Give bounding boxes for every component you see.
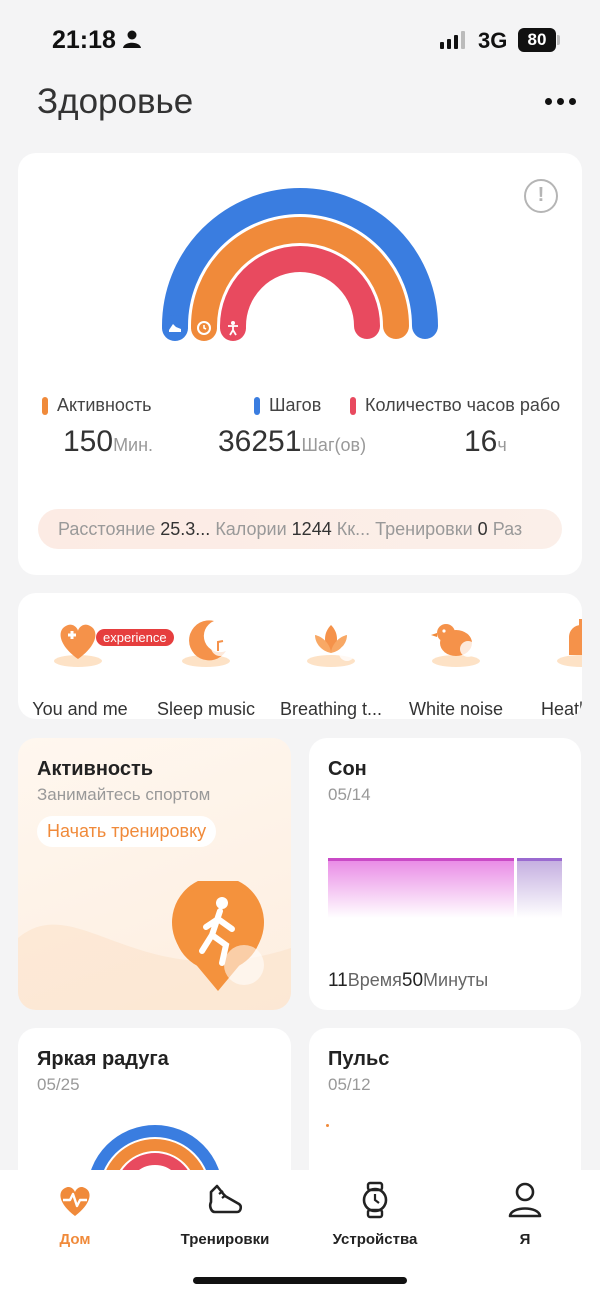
heart-pulse-icon bbox=[60, 1186, 90, 1216]
sleep-segment-deep bbox=[328, 860, 514, 918]
sleep-tile[interactable]: Сон 05/14 11Время50Минуты bbox=[309, 738, 581, 1010]
user-icon bbox=[508, 1182, 542, 1218]
home-indicator[interactable] bbox=[193, 1277, 407, 1284]
sleep-tile-title: Сон bbox=[328, 758, 367, 780]
status-bar: 21:18 3G 80 bbox=[0, 0, 600, 80]
activity-minutes-value: 150Мин. bbox=[63, 425, 154, 458]
more-options-button[interactable] bbox=[540, 88, 580, 114]
moon-music-icon bbox=[182, 620, 230, 667]
rainbow-tile-title: Яркая радуга bbox=[37, 1048, 169, 1070]
battery-icon: 80 bbox=[518, 28, 556, 52]
runner-icon bbox=[172, 881, 264, 991]
legend-steps: Шагов bbox=[254, 395, 321, 416]
start-workout-button[interactable]: Начать тренировку bbox=[37, 816, 217, 847]
activity-rings-chart bbox=[162, 188, 438, 339]
activity-tile-subtitle: Занимайтесь спортом bbox=[37, 785, 211, 804]
activity-rings-card[interactable]: ! Активность Шагов Количество часов рабо… bbox=[18, 153, 582, 575]
legend-hours: Количество часов рабо bbox=[350, 395, 560, 416]
alarm-icon bbox=[557, 619, 582, 667]
features-strip: experience You and me Sleep music Breath… bbox=[18, 593, 582, 719]
activity-tile-title: Активность bbox=[37, 758, 154, 780]
shoe-icon bbox=[162, 315, 188, 341]
tab-profile[interactable]: Я bbox=[450, 1180, 600, 1248]
experience-badge: experience bbox=[96, 629, 174, 646]
bird-icon bbox=[431, 624, 480, 667]
page-title: Здоровье bbox=[37, 82, 194, 121]
standing-hours-value: 16ч bbox=[464, 425, 507, 458]
sneaker-icon bbox=[208, 1184, 243, 1214]
battery-tip bbox=[557, 35, 560, 45]
pulse-tile-date: 05/12 bbox=[328, 1075, 371, 1094]
legend-activity: Активность bbox=[42, 395, 152, 416]
pulse-tile[interactable]: Пульс 05/12 bbox=[309, 1028, 581, 1188]
lotus-icon bbox=[307, 625, 355, 667]
tab-home[interactable]: Дом bbox=[0, 1180, 150, 1248]
sleep-segment-light bbox=[517, 860, 562, 918]
steps-value: 36251Шаг(ов) bbox=[218, 425, 367, 458]
tab-workouts[interactable]: Тренировки bbox=[150, 1180, 300, 1248]
pulse-data-point bbox=[326, 1124, 329, 1127]
sleep-tile-date: 05/14 bbox=[328, 785, 371, 804]
network-type: 3G bbox=[478, 28, 508, 53]
more-dots-icon bbox=[544, 97, 552, 105]
rainbow-tile-date: 05/25 bbox=[37, 1075, 80, 1094]
tab-devices[interactable]: Устройства bbox=[300, 1180, 450, 1248]
signal-icon bbox=[440, 31, 465, 49]
watch-icon bbox=[362, 1181, 388, 1219]
sleep-chart bbox=[328, 858, 562, 918]
pulse-tile-title: Пульс bbox=[328, 1048, 390, 1070]
daily-summary-bar: Расстояние 25.3... Калории 1244 Кк... Тр… bbox=[38, 509, 562, 549]
rainbow-tile[interactable]: Яркая радуга 05/25 bbox=[18, 1028, 291, 1188]
status-time: 21:18 bbox=[52, 26, 116, 54]
standing-ring bbox=[220, 246, 380, 339]
rings-legend: Активность Шагов Количество часов рабо bbox=[18, 395, 582, 425]
standing-person-icon bbox=[220, 315, 246, 341]
clock-icon bbox=[191, 315, 217, 341]
activity-tile[interactable]: Активность Занимайтесь спортом Начать тр… bbox=[18, 738, 291, 1010]
sleep-duration: 11Время50Минуты bbox=[328, 970, 489, 991]
person-icon bbox=[123, 30, 141, 48]
